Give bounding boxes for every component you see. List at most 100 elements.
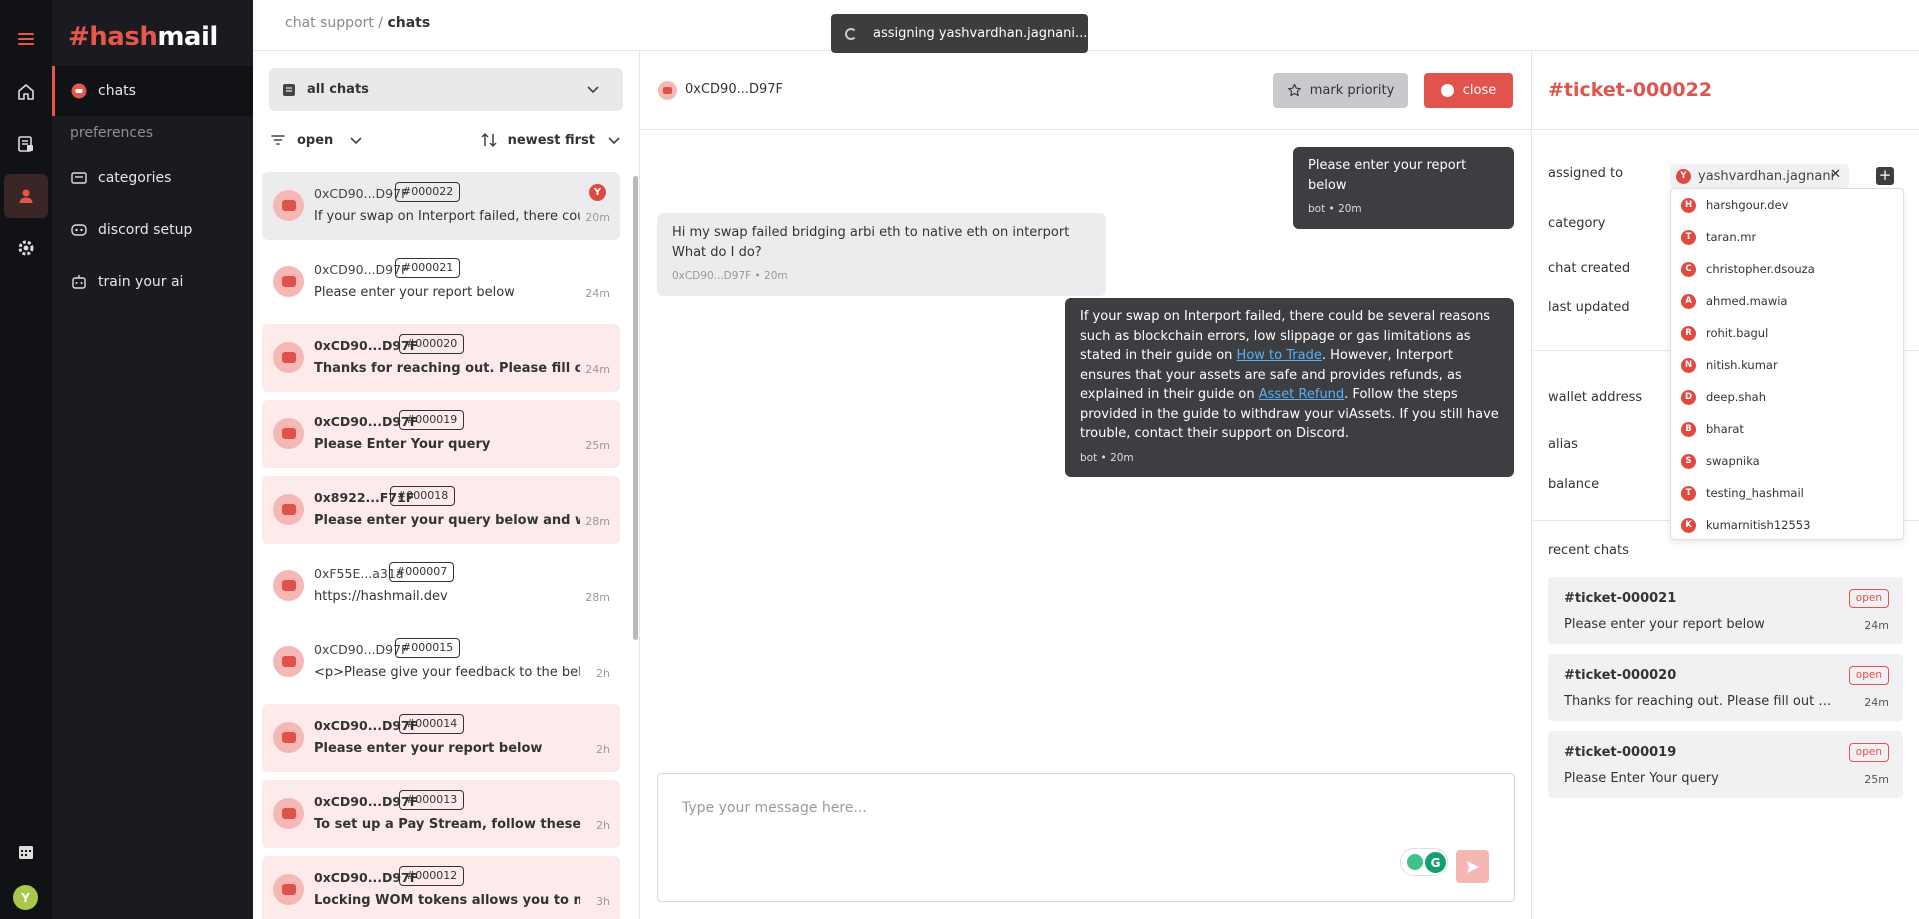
inbox-icon[interactable] [0, 122, 52, 166]
ticket-details-panel: #ticket-000022 assigned to category chat… [1531, 51, 1919, 919]
ticket-badge: #000021 [395, 258, 461, 278]
assignee-option[interactable]: Ddeep.shah [1671, 381, 1905, 413]
ticket-badge: #000018 [390, 486, 456, 506]
remove-assignee-icon[interactable]: ✕ [1830, 167, 1841, 182]
breadcrumb-parent[interactable]: chat support [285, 15, 374, 31]
ticket-badge: #000015 [395, 638, 461, 658]
label-alias: alias [1548, 437, 1578, 452]
nav-sidebar: #hashmail chats preferences categories d… [52, 0, 253, 919]
assignee-option[interactable]: Aahmed.mawia [1671, 285, 1905, 317]
label-category: category [1548, 216, 1606, 231]
wallet-avatar [273, 798, 304, 829]
status-filter[interactable]: open [269, 131, 365, 149]
settings-icon[interactable] [0, 226, 52, 270]
ticket-badge: #000020 [399, 334, 465, 354]
chat-card[interactable]: 0xF55E...a31a #000007 https://hashmail.d… [262, 552, 620, 620]
assignee-option[interactable]: Ttaran.mr [1671, 221, 1905, 253]
assignee-option[interactable]: Ttesting_hashmail [1671, 477, 1905, 509]
chat-card[interactable]: 0xCD90...D97F #000012 Locking WOM tokens… [262, 856, 620, 919]
chat-card[interactable]: 0xCD90...D97F #000022 If your swap on In… [262, 172, 620, 240]
ticket-badge: #000012 [399, 866, 465, 886]
wallet-avatar [273, 494, 304, 525]
label-last-updated: last updated [1548, 300, 1630, 315]
home-icon[interactable] [0, 70, 52, 114]
robot-icon [72, 275, 86, 289]
user-message: Hi my swap failed bridging arbi eth to n… [657, 213, 1106, 296]
mark-priority-button[interactable]: mark priority [1273, 73, 1408, 108]
filter-icon [271, 135, 285, 145]
wallet-avatar [273, 722, 304, 753]
assignee-option[interactable]: Bbharat [1671, 413, 1905, 445]
add-assignee-button[interactable]: + [1876, 167, 1894, 185]
chevron-down-icon [608, 137, 620, 145]
check-circle-icon [1440, 84, 1454, 97]
wallet-avatar [273, 266, 304, 297]
assignee-option[interactable]: Cchristopher.dsouza [1671, 253, 1905, 285]
assignee-option[interactable]: Sswapnika [1671, 445, 1905, 477]
nav-item-categories[interactable]: categories [52, 153, 253, 203]
grammar-assist-icon [1407, 854, 1423, 870]
inbox-icon [283, 83, 295, 96]
label-assigned-to: assigned to [1548, 166, 1624, 181]
list-scrollbar[interactable] [633, 176, 638, 640]
chat-card[interactable]: 0xCD90...D97F #000020 Thanks for reachin… [262, 324, 620, 392]
menu-icon[interactable] [0, 17, 52, 61]
wallet-avatar [273, 570, 304, 601]
wallet-avatar [273, 342, 304, 373]
recent-chat-card[interactable]: #ticket-000020 open Thanks for reaching … [1548, 654, 1903, 721]
message-input[interactable]: Type your message here... [682, 800, 867, 816]
ticket-title: #ticket-000022 [1548, 79, 1713, 101]
assignee-dropdown: Hharshgour.dev Ttaran.mr Cchristopher.ds… [1670, 188, 1904, 540]
conversation-header: 0xCD90...D97F mark priority close [640, 51, 1531, 130]
chat-card[interactable]: 0xCD90...D97F #000014 Please enter your … [262, 704, 620, 772]
recent-chat-card[interactable]: #ticket-000021 open Please enter your re… [1548, 577, 1903, 644]
message-composer[interactable]: Type your message here... G [657, 773, 1515, 902]
nav-section-preferences: preferences [70, 125, 154, 141]
chat-card[interactable]: 0xCD90...D97F #000019 Please Enter Your … [262, 400, 620, 468]
nav-item-train-ai[interactable]: train your ai [52, 257, 253, 307]
user-avatar[interactable]: Y [13, 885, 38, 910]
support-icon[interactable] [4, 174, 48, 218]
chevron-down-icon [350, 137, 362, 145]
assignee-avatar: Y [589, 184, 606, 201]
wallet-avatar [273, 418, 304, 449]
assign-toast: assigning yashvardhan.jagnani... [831, 14, 1088, 53]
grammarly-widget[interactable]: G [1400, 848, 1448, 876]
sort-dropdown[interactable]: newest first [480, 131, 623, 149]
conversation-title: 0xCD90...D97F [685, 82, 784, 97]
chat-filter-dropdown[interactable]: all chats [269, 68, 623, 111]
nav-item-chats[interactable]: chats [52, 66, 253, 116]
label-balance: balance [1548, 477, 1600, 492]
close-ticket-button[interactable]: close [1424, 73, 1513, 108]
asset-refund-link[interactable]: Asset Refund [1259, 387, 1344, 402]
assignee-option[interactable]: Rrohit.bagul [1671, 317, 1905, 349]
chat-card[interactable]: 0x8922...F71F #000018 Please enter your … [262, 476, 620, 544]
grammarly-icon: G [1425, 852, 1446, 873]
assignee-option[interactable]: Nnitish.kumar [1671, 349, 1905, 381]
calendar-icon[interactable] [0, 830, 52, 874]
send-button[interactable] [1456, 850, 1489, 883]
top-bar: chat support / chats assigning yashvardh… [253, 0, 1919, 53]
wallet-avatar [273, 646, 304, 677]
ticket-badge: #000022 [395, 182, 461, 202]
spinner-icon [845, 27, 857, 40]
ticket-badge: #000014 [399, 714, 465, 734]
chat-card[interactable]: 0xCD90...D97F #000013 To set up a Pay St… [262, 780, 620, 848]
nav-item-discord-setup[interactable]: discord setup [52, 205, 253, 255]
how-to-trade-link[interactable]: How to Trade [1237, 348, 1322, 363]
discord-icon [71, 224, 87, 236]
assignee-chip[interactable]: Y yashvardhan.jagnani ✕ [1670, 164, 1849, 188]
status-badge: open [1848, 743, 1889, 762]
chat-card[interactable]: 0xCD90...D97F #000021 Please enter your … [262, 248, 620, 316]
chat-list-panel: all chats open newest first 0xCD90...D97… [253, 51, 640, 919]
star-icon [1287, 83, 1301, 97]
breadcrumb-current: chats [387, 15, 431, 31]
chat-card[interactable]: 0xCD90...D97F #000015 <p>Please give you… [262, 628, 620, 696]
brand-logo[interactable]: #hashmail [68, 22, 218, 52]
wallet-avatar [658, 81, 677, 100]
assignee-option[interactable]: Kkumarnitish12553 [1671, 509, 1905, 541]
ticket-badge: #000013 [399, 790, 465, 810]
assignee-option[interactable]: Hharshgour.dev [1671, 189, 1905, 221]
chat-bubble-icon [71, 83, 87, 99]
recent-chat-card[interactable]: #ticket-000019 open Please Enter Your qu… [1548, 731, 1903, 798]
